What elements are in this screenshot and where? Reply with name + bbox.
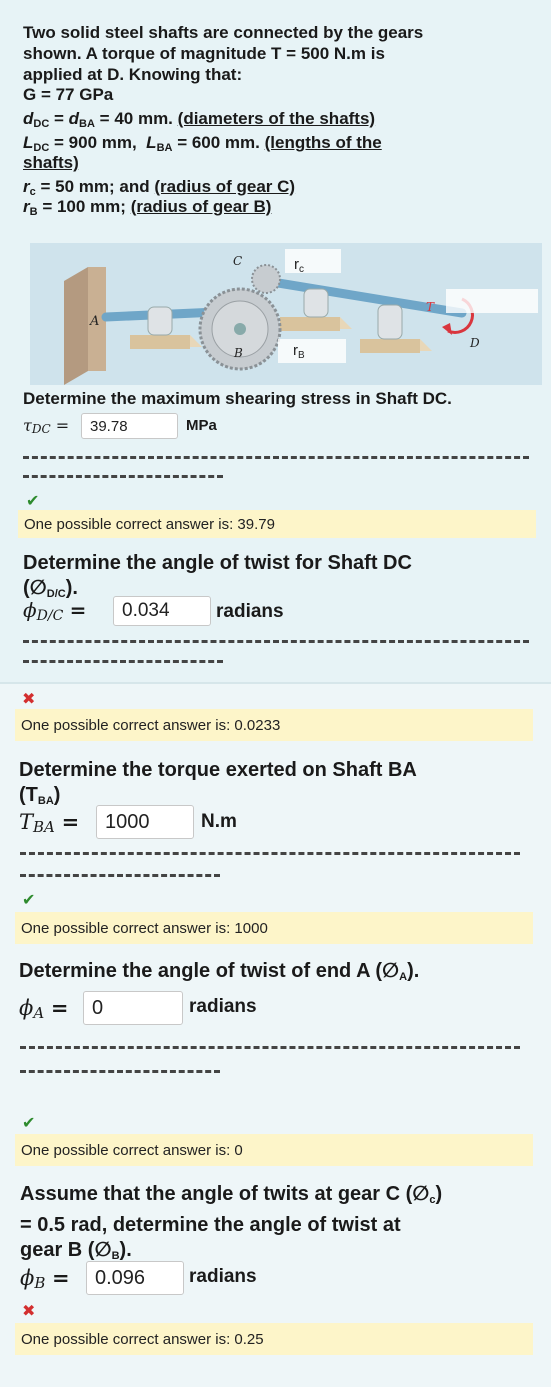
divider-dashes [23, 660, 223, 663]
divider-dashes [20, 1046, 520, 1049]
bearing-3 [377, 304, 403, 340]
question-3-unit: N.m [201, 811, 237, 832]
question-4-text: Determine the angle of twist of end A (∅… [19, 960, 420, 983]
question-5-answer-input[interactable]: 0.096 [86, 1261, 184, 1295]
correct-check-icon: ✔ [22, 892, 36, 909]
divider-dashes [20, 1070, 220, 1073]
question-2-symbol: ϕD/C = [23, 598, 87, 624]
incorrect-x-icon: ✖ [22, 1303, 36, 1320]
shear-modulus: G = 77 GPa [23, 85, 114, 104]
radius-c-note: (radius of gear C) [154, 177, 296, 196]
bearing-1 [147, 306, 173, 336]
label-b: B [233, 346, 243, 360]
diameters-value: = 40 mm. [99, 109, 173, 128]
divider-dashes [23, 475, 223, 478]
question-2-answer-input[interactable]: 0.034 [113, 596, 211, 626]
question-1-hint: One possible correct answer is: 39.79 [18, 510, 536, 538]
diameters-note: (diameters of the shafts) [177, 109, 376, 128]
label-d: D [469, 336, 480, 350]
radius-b-note: (radius of gear B) [130, 197, 272, 216]
question-5-symbol: ϕB = [20, 1265, 70, 1292]
problem-line-3: applied at D. Knowing that: [23, 65, 243, 84]
question-5-hint: One possible correct answer is: 0.25 [15, 1323, 533, 1355]
correct-check-icon: ✔ [26, 493, 40, 510]
problem-line-2: shown. A torque of magnitude T = 500 N.m… [23, 44, 385, 63]
divider-dashes [20, 852, 520, 855]
question-2-unit: radians [216, 601, 284, 622]
question-4-hint: One possible correct answer is: 0 [15, 1134, 533, 1166]
question-4-unit: radians [189, 996, 257, 1017]
question-2-text: Determine the angle of twist for Shaft D… [23, 552, 412, 600]
divider-dashes [20, 874, 220, 877]
question-1-unit: MPa [186, 417, 217, 434]
label-c: C [233, 254, 242, 268]
radius-c-value: = 50 mm; and [40, 177, 150, 196]
length-ba-value: = 600 mm. [177, 133, 260, 152]
wall-side [64, 267, 88, 385]
question-4-symbol: ϕA = [19, 995, 69, 1022]
question-3-hint: One possible correct answer is: 1000 [15, 912, 533, 944]
problem-statement: Two solid steel shafts are connected by … [23, 22, 533, 85]
question-1-text: Determine the maximum shearing stress in… [23, 389, 452, 408]
question-2-hint: One possible correct answer is: 0.0233 [15, 709, 533, 741]
label-t: T [426, 300, 435, 314]
question-4-answer-input[interactable]: 0 [83, 991, 183, 1025]
question-3-symbol: TBA = [19, 809, 80, 836]
length-dc-value: = 900 mm, [54, 133, 137, 152]
label-a: A [89, 314, 99, 329]
radius-b-line: rB = 100 mm; (radius of gear B) [23, 197, 272, 218]
bearing-2 [303, 288, 329, 318]
problem-line-1: Two solid steel shafts are connected by … [23, 23, 424, 42]
question-5-unit: radians [189, 1266, 257, 1287]
correct-check-icon: ✔ [22, 1115, 36, 1132]
question-1-answer-input[interactable]: 39.78 [81, 413, 178, 439]
radius-b-value: = 100 mm; [42, 197, 126, 216]
lengths-note-2: shafts) [23, 153, 79, 172]
divider-dashes [23, 640, 529, 643]
question-1-symbol: τDC = [23, 416, 70, 436]
lengths-note-1: (lengths of the [264, 133, 382, 152]
diameters-line: dDC = dBA = 40 mm. (diameters of the sha… [23, 109, 376, 130]
divider-dashes [23, 456, 529, 459]
question-3-answer-input[interactable]: 1000 [96, 805, 194, 839]
gear-c [251, 264, 281, 294]
question-5-text: Assume that the angle of twits at gear C… [20, 1183, 443, 1262]
gear-shaft-figure: A B C D T rc rB [30, 243, 542, 385]
incorrect-x-icon: ✖ [22, 691, 36, 708]
